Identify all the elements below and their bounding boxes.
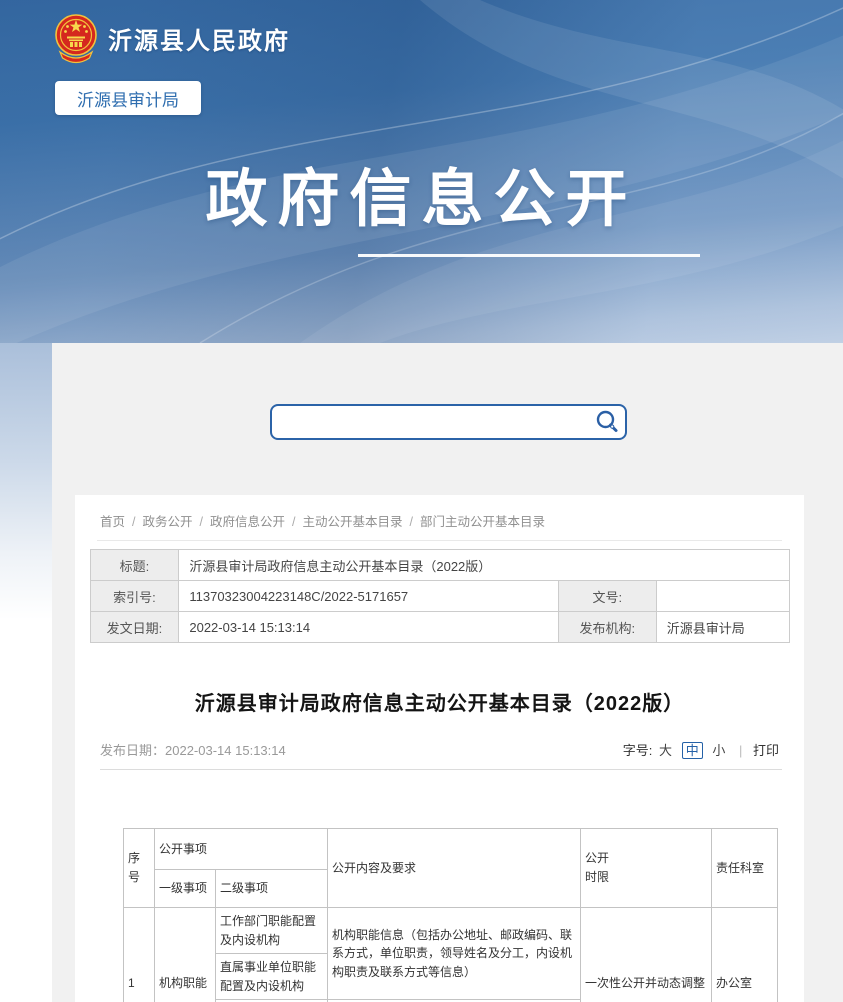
print-button[interactable]: 打印 xyxy=(753,743,779,758)
meta-org-label: 发布机构: xyxy=(558,612,656,643)
meta-title-label: 标题: xyxy=(90,550,179,581)
header-time-limit: 公开时限 xyxy=(581,829,712,908)
meta-row-date: 发文日期: 2022-03-14 15:13:14 发布机构: 沂源县审计局 xyxy=(90,612,789,643)
publish-date-label: 发布日期： xyxy=(100,743,165,758)
publish-date-value: 2022-03-14 15:13:14 xyxy=(165,743,286,758)
catalog-header-row-1: 序号 公开事项 公开内容及要求 公开时限 责任科室 xyxy=(124,829,778,870)
cell-no: 1 xyxy=(124,908,155,1002)
search-input[interactable] xyxy=(272,406,589,438)
header-dept: 责任科室 xyxy=(712,829,778,908)
catalog-table: 序号 公开事项 公开内容及要求 公开时限 责任科室 一级事项 二级事项 1 机构… xyxy=(123,828,778,1002)
banner: 沂源县人民政府 沂源县审计局 政府信息公开 xyxy=(0,0,843,343)
publish-date: 发布日期：2022-03-14 15:13:14 xyxy=(100,740,286,759)
meta-index-value: 11370323004223148C/2022-5171657 xyxy=(179,581,559,612)
font-size-medium[interactable]: 中 xyxy=(682,742,703,759)
font-size-controls: 字号: 大 中 小 | 打印 xyxy=(623,740,779,759)
breadcrumb-separator: / xyxy=(200,515,203,529)
banner-title-underline xyxy=(358,254,700,257)
meta-index-label: 索引号: xyxy=(90,581,179,612)
breadcrumb-home[interactable]: 首页 xyxy=(100,515,125,529)
cell-dept: 办公室 xyxy=(712,908,778,1002)
catalog-row-1a: 1 机构职能 工作部门职能配置及内设机构 机构职能信息（包括办公地址、邮政编码、… xyxy=(124,908,778,954)
font-size-large[interactable]: 大 xyxy=(659,743,672,758)
meta-docno-label: 文号: xyxy=(558,581,656,612)
breadcrumb-separator: / xyxy=(132,515,135,529)
search-box xyxy=(270,404,627,440)
site-logo[interactable]: 沂源县人民政府 xyxy=(55,10,290,66)
breadcrumb-separator: / xyxy=(410,515,413,529)
breadcrumb: 首页 / 政务公开 / 政府信息公开 / 主动公开基本目录 / 部门主动公开基本目录 xyxy=(97,495,782,541)
article-meta-row: 发布日期：2022-03-14 15:13:14 字号: 大 中 小 | 打印 xyxy=(100,740,779,759)
font-size-small[interactable]: 小 xyxy=(712,743,725,758)
meta-row-index: 索引号: 11370323004223148C/2022-5171657 文号: xyxy=(90,581,789,612)
cell-content-1-2: 机构职能信息（包括办公地址、邮政编码、联系方式，单位职责，领导姓名及分工，内设机… xyxy=(328,908,581,1000)
cell-sub1: 工作部门职能配置及内设机构 xyxy=(216,908,328,954)
meta-title-value: 沂源县审计局政府信息主动公开基本目录（2022版） xyxy=(179,550,789,581)
breadcrumb-dept-catalog[interactable]: 部门主动公开基本目录 xyxy=(420,515,545,529)
breadcrumb-zdgk-catalog[interactable]: 主动公开基本目录 xyxy=(303,515,403,529)
dept-tab-button[interactable]: 沂源县审计局 xyxy=(55,81,201,115)
cell-level1: 机构职能 xyxy=(155,908,216,1002)
breadcrumb-zfxxgk[interactable]: 政府信息公开 xyxy=(210,515,285,529)
header-no: 序号 xyxy=(124,829,155,908)
page: 沂源县人民政府 沂源县审计局 政府信息公开 首页 / 政务公开 / 政府信息公开 / 主动公… xyxy=(0,0,843,1002)
controls-divider: | xyxy=(739,743,742,758)
gov-name: 沂源县人民政府 xyxy=(108,21,290,56)
header-content: 公开内容及要求 xyxy=(328,829,581,908)
search-icon xyxy=(594,409,620,435)
meta-date-value: 2022-03-14 15:13:14 xyxy=(179,612,559,643)
banner-page-title: 政府信息公开 xyxy=(0,148,843,238)
document-meta-table: 标题: 沂源县审计局政府信息主动公开基本目录（2022版） 索引号: 11370… xyxy=(90,549,790,643)
article-divider xyxy=(100,769,782,770)
breadcrumb-zwgk[interactable]: 政务公开 xyxy=(143,515,193,529)
font-size-label: 字号: xyxy=(623,743,653,758)
cell-time-limit: 一次性公开并动态调整 xyxy=(581,908,712,1002)
national-emblem-icon xyxy=(55,10,97,66)
left-edge-fade xyxy=(0,343,52,1002)
search-button[interactable] xyxy=(589,406,625,438)
breadcrumb-separator: / xyxy=(292,515,295,529)
header-level1: 一级事项 xyxy=(155,870,216,908)
header-items-group: 公开事项 xyxy=(155,829,328,870)
meta-row-title: 标题: 沂源县审计局政府信息主动公开基本目录（2022版） xyxy=(90,550,789,581)
cell-sub2: 直属事业单位职能配置及内设机构 xyxy=(216,954,328,1000)
article-title: 沂源县审计局政府信息主动公开基本目录（2022版） xyxy=(75,687,804,716)
meta-org-value: 沂源县审计局 xyxy=(656,612,789,643)
header-level2: 二级事项 xyxy=(216,870,328,908)
content-panel: 首页 / 政务公开 / 政府信息公开 / 主动公开基本目录 / 部门主动公开基本目录 标题: 沂… xyxy=(75,495,804,1002)
meta-docno-value xyxy=(656,581,789,612)
meta-date-label: 发文日期: xyxy=(90,612,179,643)
